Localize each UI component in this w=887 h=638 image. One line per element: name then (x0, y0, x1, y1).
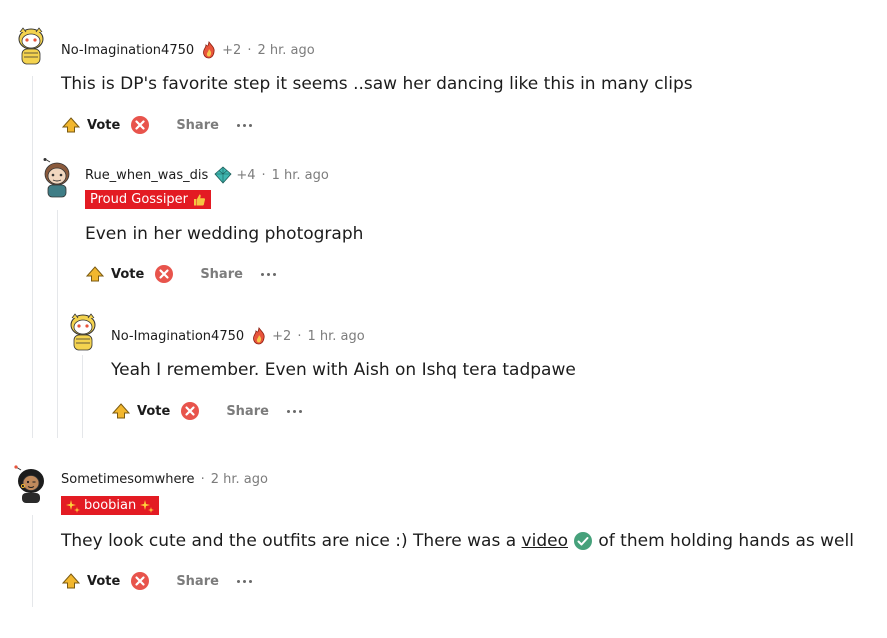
flair-text: boobian (84, 498, 137, 513)
username[interactable]: Rue_when_was_dis (85, 168, 208, 183)
upvote-icon[interactable] (61, 115, 81, 135)
sparkles-icon (140, 499, 155, 513)
downvote-icon[interactable] (130, 115, 150, 135)
gem-award-icon (214, 166, 232, 184)
avatar[interactable] (40, 158, 74, 198)
user-flair: boobian (61, 496, 160, 515)
video-link[interactable]: video (522, 531, 568, 551)
downvote-icon[interactable] (130, 571, 150, 591)
vote-label: Vote (87, 573, 121, 589)
awards[interactable]: +2 (200, 41, 241, 59)
vote-group: Vote (107, 401, 204, 421)
body-text-after: of them holding hands as well (592, 531, 854, 551)
username[interactable]: No-Imagination4750 (61, 43, 194, 58)
thread-line-2[interactable] (57, 210, 58, 438)
comment-actions: Vote Share (107, 399, 302, 423)
award-count: +2 (272, 328, 292, 344)
thread-line-1[interactable] (32, 76, 33, 438)
thumbs-up-icon (194, 194, 206, 205)
username[interactable]: No-Imagination4750 (111, 329, 244, 344)
more-options-icon[interactable] (286, 409, 302, 413)
vote-label: Vote (111, 266, 145, 282)
awards[interactable]: +2 (250, 327, 291, 345)
vote-group: Vote (57, 115, 154, 135)
avatar[interactable] (13, 464, 47, 504)
avatar[interactable] (14, 26, 48, 66)
vote-label: Vote (137, 403, 171, 419)
awards[interactable]: +4 (214, 166, 255, 184)
vote-group: Vote (57, 571, 154, 591)
comment-actions: Vote Share (57, 113, 252, 137)
timestamp[interactable]: 1 hr. ago (272, 168, 329, 183)
vote-group: Vote (81, 264, 178, 284)
downvote-icon[interactable] (180, 401, 200, 421)
fire-award-icon (253, 327, 265, 345)
comment-actions: Vote Share (81, 262, 276, 286)
fire-award-icon (203, 41, 215, 59)
timestamp[interactable]: 2 hr. ago (257, 43, 314, 58)
timestamp[interactable]: 2 hr. ago (211, 472, 268, 487)
award-count: +4 (236, 167, 256, 183)
more-options-icon[interactable] (260, 272, 276, 276)
thread-line-4[interactable] (32, 515, 33, 607)
flair-text: Proud Gossiper (90, 192, 189, 207)
avatar[interactable] (66, 312, 100, 352)
separator: · (200, 472, 205, 487)
separator: · (297, 328, 302, 344)
body-text-before: They look cute and the outfits are nice … (61, 531, 522, 551)
share-button[interactable]: Share (176, 574, 219, 589)
timestamp[interactable]: 1 hr. ago (307, 329, 364, 344)
upvote-icon[interactable] (61, 571, 81, 591)
check-badge-icon (573, 532, 592, 550)
share-button[interactable]: Share (200, 267, 243, 282)
comment-body: They look cute and the outfits are nice … (61, 531, 854, 551)
comment-body: Even in her wedding photograph (85, 224, 364, 244)
username[interactable]: Sometimesomwhere (61, 472, 195, 487)
separator: · (247, 42, 252, 58)
more-options-icon[interactable] (236, 579, 252, 583)
more-options-icon[interactable] (236, 123, 252, 127)
downvote-icon[interactable] (154, 264, 174, 284)
separator: · (261, 167, 266, 183)
upvote-icon[interactable] (111, 401, 131, 421)
share-button[interactable]: Share (176, 118, 219, 133)
comment-actions: Vote Share (57, 569, 252, 593)
user-flair: Proud Gossiper (85, 190, 212, 209)
sparkles-icon (66, 499, 80, 513)
comment-body: This is DP's favorite step it seems ..sa… (61, 74, 693, 94)
comment-body: Yeah I remember. Even with Aish on Ishq … (111, 360, 576, 380)
upvote-icon[interactable] (85, 264, 105, 284)
award-count: +2 (222, 42, 242, 58)
vote-label: Vote (87, 117, 121, 133)
thread-line-3[interactable] (82, 355, 83, 438)
share-button[interactable]: Share (226, 404, 269, 419)
